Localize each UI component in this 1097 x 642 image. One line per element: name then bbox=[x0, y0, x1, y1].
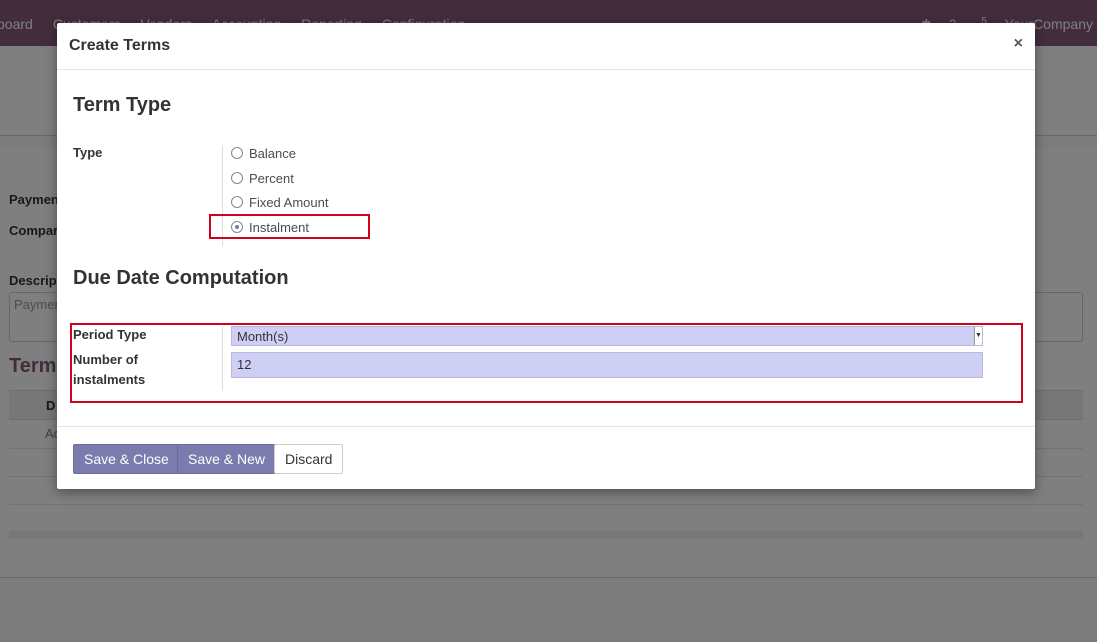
save-close-button[interactable]: Save & Close bbox=[73, 444, 180, 474]
modal-header: Create Terms × bbox=[57, 23, 1035, 70]
radio-option-balance[interactable]: Balance bbox=[231, 143, 296, 163]
radio-button[interactable] bbox=[231, 172, 243, 184]
save-new-button[interactable]: Save & New bbox=[177, 444, 277, 474]
discard-button[interactable]: Discard bbox=[274, 444, 344, 474]
due-date-highlight-box bbox=[70, 323, 1023, 403]
instalment-highlight-box bbox=[209, 214, 370, 239]
radio-label: Fixed Amount bbox=[249, 194, 329, 210]
create-terms-dialog: Create Terms × Term Type Type Balance Pe… bbox=[57, 23, 1035, 489]
close-icon[interactable]: × bbox=[1014, 35, 1023, 53]
radio-option-fixed-amount[interactable]: Fixed Amount bbox=[231, 192, 329, 212]
radio-button[interactable] bbox=[231, 147, 243, 159]
radio-option-percent[interactable]: Percent bbox=[231, 168, 294, 188]
term-type-heading: Term Type bbox=[73, 94, 172, 116]
radio-button[interactable] bbox=[231, 196, 243, 208]
radio-label: Balance bbox=[249, 145, 296, 161]
radio-label: Percent bbox=[249, 170, 294, 186]
type-label: Type bbox=[73, 145, 103, 160]
modal-title: Create Terms bbox=[69, 37, 171, 54]
due-date-heading: Due Date Computation bbox=[73, 267, 289, 289]
modal-footer: Save & Close Save & New Discard bbox=[57, 426, 1035, 489]
